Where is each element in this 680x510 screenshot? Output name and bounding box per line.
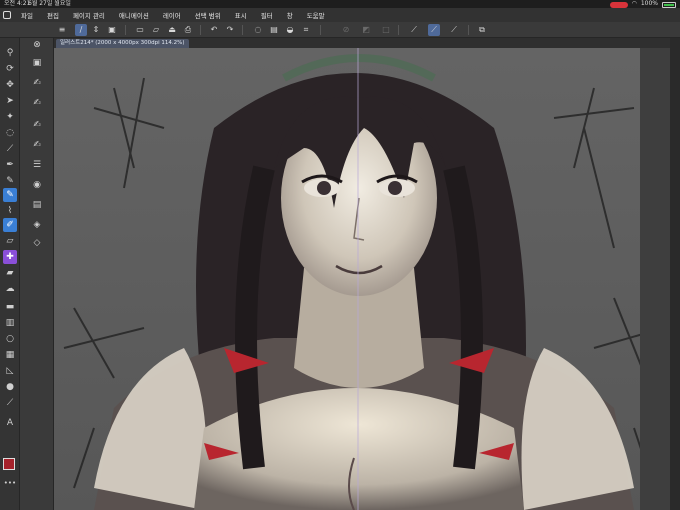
lasso-icon[interactable]: ◌ bbox=[252, 24, 264, 36]
battery-icon bbox=[662, 1, 676, 8]
menu-animation[interactable]: 애니메이션 bbox=[112, 10, 156, 20]
balloon-icon[interactable]: ● bbox=[3, 380, 17, 394]
pencil-icon[interactable]: ✎ bbox=[3, 174, 17, 188]
battery-percent: 100% bbox=[640, 0, 658, 7]
lasso-tool-icon[interactable]: ◌ bbox=[3, 126, 17, 140]
menu-filter[interactable]: 필터 bbox=[254, 10, 280, 20]
clock: 오전 4:21 bbox=[4, 0, 31, 7]
sub-tool-bar: ⊗ ▣ ✍ ✍ ✍ ✍ ☰ ◉ ▤ ◈ ◇ bbox=[20, 38, 54, 510]
deselect-icon[interactable]: □ bbox=[380, 24, 392, 36]
save-icon[interactable]: ⏏ bbox=[166, 24, 178, 36]
subtool-pen-4-icon[interactable]: ✍ bbox=[30, 138, 44, 152]
frame-icon[interactable]: ▦ bbox=[3, 348, 17, 362]
resize-icon[interactable]: ⇕ bbox=[90, 24, 102, 36]
text-icon[interactable]: A bbox=[3, 416, 17, 430]
menu-layer[interactable]: 레이어 bbox=[156, 10, 188, 20]
screen-record-icon bbox=[609, 1, 628, 8]
new-file-icon[interactable]: ▭ bbox=[134, 24, 146, 36]
command-bar: ≡ ∕ ⇕ ▣ ▭ ▱ ⏏ ⎙ ↶ ↷ ◌ ▤ ◒ ⌗ ⊘ ◩ □ ⟋ ⟋ ⟋ … bbox=[0, 22, 680, 38]
right-panel-edge bbox=[670, 38, 680, 510]
pen-mode-icon[interactable]: ∕ bbox=[75, 24, 87, 36]
clip-studio-window: 오전 4:21 6월 27일 월요일 ◠ 100% 파일 편집 페이지 관리 애… bbox=[0, 0, 680, 510]
artwork-illustration bbox=[54, 48, 670, 510]
blend-icon[interactable]: ✚ bbox=[3, 250, 17, 264]
pen-icon[interactable]: ✒ bbox=[3, 158, 17, 172]
clear-icon[interactable]: ⊘ bbox=[340, 24, 352, 36]
subtool-color-icon[interactable]: ◉ bbox=[30, 178, 44, 192]
airbrush-icon[interactable]: ⌇ bbox=[3, 204, 17, 218]
main-color-swatch[interactable] bbox=[3, 458, 15, 470]
menu-view[interactable]: 표시 bbox=[228, 10, 254, 20]
system-status-bar: 오전 4:21 6월 27일 월요일 ◠ 100% bbox=[0, 0, 680, 8]
close-panel-icon[interactable]: ⊗ bbox=[30, 38, 44, 52]
menu-bar: 파일 편집 페이지 관리 애니메이션 레이어 선택 범위 표시 필터 창 도움말 bbox=[0, 8, 680, 22]
menu-selection[interactable]: 선택 범위 bbox=[188, 10, 228, 20]
artwork-canvas[interactable] bbox=[54, 48, 670, 510]
stabilizer-mid-icon[interactable]: ⟋ bbox=[428, 24, 440, 36]
canvas-tab-title: 일러스트214* (2000 x 4000px 300dpi 114.2%) bbox=[60, 40, 185, 46]
ruler-icon[interactable]: ◺ bbox=[3, 364, 17, 378]
export-icon[interactable]: ⎙ bbox=[182, 24, 194, 36]
menu-edit[interactable]: 편집 bbox=[40, 10, 66, 20]
subtool-folder-icon[interactable]: ▣ bbox=[30, 56, 44, 70]
undo-icon[interactable]: ↶ bbox=[208, 24, 220, 36]
canvas-area[interactable]: 일러스트214* (2000 x 4000px 300dpi 114.2%) bbox=[54, 38, 670, 510]
transform-icon[interactable]: ⌗ bbox=[300, 24, 312, 36]
subtool-layers-icon[interactable]: ▤ bbox=[30, 198, 44, 212]
eyedropper-icon[interactable]: ⟋ bbox=[3, 142, 17, 156]
fill-tool-icon[interactable]: ▰ bbox=[3, 266, 17, 280]
figure-icon[interactable]: ▬ bbox=[3, 300, 17, 314]
subtool-pen-3-icon[interactable]: ✍ bbox=[30, 118, 44, 132]
menu-window[interactable]: 창 bbox=[280, 10, 300, 20]
move-icon[interactable]: ✥ bbox=[3, 78, 17, 92]
stabilizer-weak-icon[interactable]: ⟋ bbox=[408, 24, 420, 36]
hamburger-menu-icon[interactable]: ≡ bbox=[56, 24, 68, 36]
canvas-tab[interactable]: 일러스트214* (2000 x 4000px 300dpi 114.2%) bbox=[56, 39, 189, 48]
rotate-icon[interactable]: ⟳ bbox=[3, 62, 17, 76]
subtool-list-icon[interactable]: ☰ bbox=[30, 158, 44, 172]
selection-fill-icon[interactable]: ◩ bbox=[360, 24, 372, 36]
subtool-material-icon[interactable]: ◇ bbox=[30, 236, 44, 250]
tool-bar: ⚲ ⟳ ✥ ➤ ✦ ◌ ⟋ ✒ ✎ ✎ ⌇ ✐ ▱ ✚ ▰ ☁ ▬ ▥ ○ ▦ … bbox=[0, 38, 20, 510]
subtool-pen-2-icon[interactable]: ✍ bbox=[30, 96, 44, 110]
subtool-stack-icon[interactable]: ◈ bbox=[30, 218, 44, 232]
eraser-icon[interactable]: ▱ bbox=[3, 234, 17, 248]
menu-help[interactable]: 도움말 bbox=[300, 10, 332, 20]
ellipse-icon[interactable]: ○ bbox=[3, 332, 17, 346]
line-icon[interactable]: ⟋ bbox=[3, 396, 17, 410]
app-logo-icon[interactable] bbox=[0, 8, 14, 22]
decoration-icon[interactable]: ✐ bbox=[3, 218, 17, 232]
gradient-icon[interactable]: ▥ bbox=[3, 316, 17, 330]
magic-wand-icon[interactable]: ✦ bbox=[3, 110, 17, 124]
zoom-icon[interactable]: ⚲ bbox=[3, 46, 17, 60]
menu-file[interactable]: 파일 bbox=[14, 10, 40, 20]
status-icons: ◠ 100% bbox=[609, 0, 676, 8]
fill-icon[interactable]: ▤ bbox=[268, 24, 280, 36]
redo-icon[interactable]: ↷ bbox=[224, 24, 236, 36]
canvas-tab-bar: 일러스트214* (2000 x 4000px 300dpi 114.2%) bbox=[54, 38, 670, 48]
subtool-pen-1-icon[interactable]: ✍ bbox=[30, 76, 44, 90]
object-select-icon[interactable]: ➤ bbox=[3, 94, 17, 108]
open-folder-icon[interactable]: ▱ bbox=[150, 24, 162, 36]
bucket-icon[interactable]: ◒ bbox=[284, 24, 296, 36]
smudge-icon[interactable]: ☁ bbox=[3, 282, 17, 296]
page-icon[interactable]: ⧉ bbox=[476, 24, 488, 36]
brush-icon[interactable]: ✎ bbox=[3, 188, 17, 202]
date: 6월 27일 월요일 bbox=[28, 0, 71, 7]
stabilizer-strong-icon[interactable]: ⟋ bbox=[448, 24, 460, 36]
camera-icon[interactable]: ▣ bbox=[106, 24, 118, 36]
wifi-icon: ◠ bbox=[631, 0, 637, 7]
menu-page-management[interactable]: 페이지 관리 bbox=[66, 10, 112, 20]
more-colors-icon[interactable]: ••• bbox=[3, 476, 17, 490]
